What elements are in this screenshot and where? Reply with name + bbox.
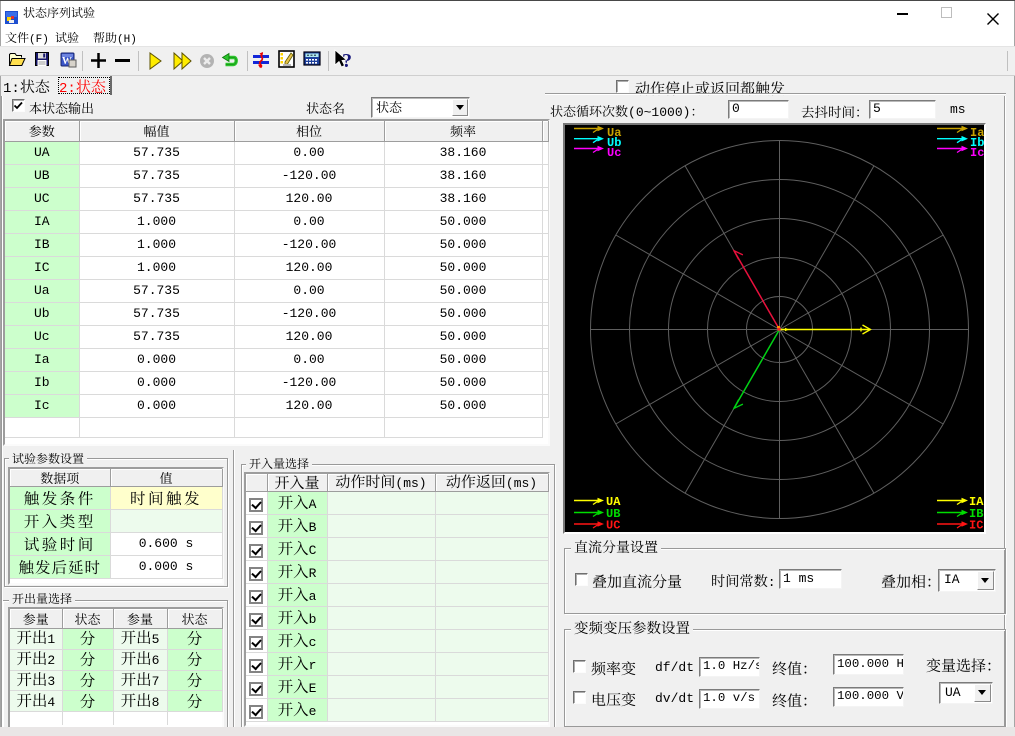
svg-text:IC: IC	[969, 519, 983, 533]
svg-text:UC: UC	[606, 519, 620, 533]
svg-text:Ic: Ic	[970, 146, 984, 160]
svg-text:Uc: Uc	[607, 146, 621, 160]
svg-text:?: ?	[342, 50, 352, 72]
